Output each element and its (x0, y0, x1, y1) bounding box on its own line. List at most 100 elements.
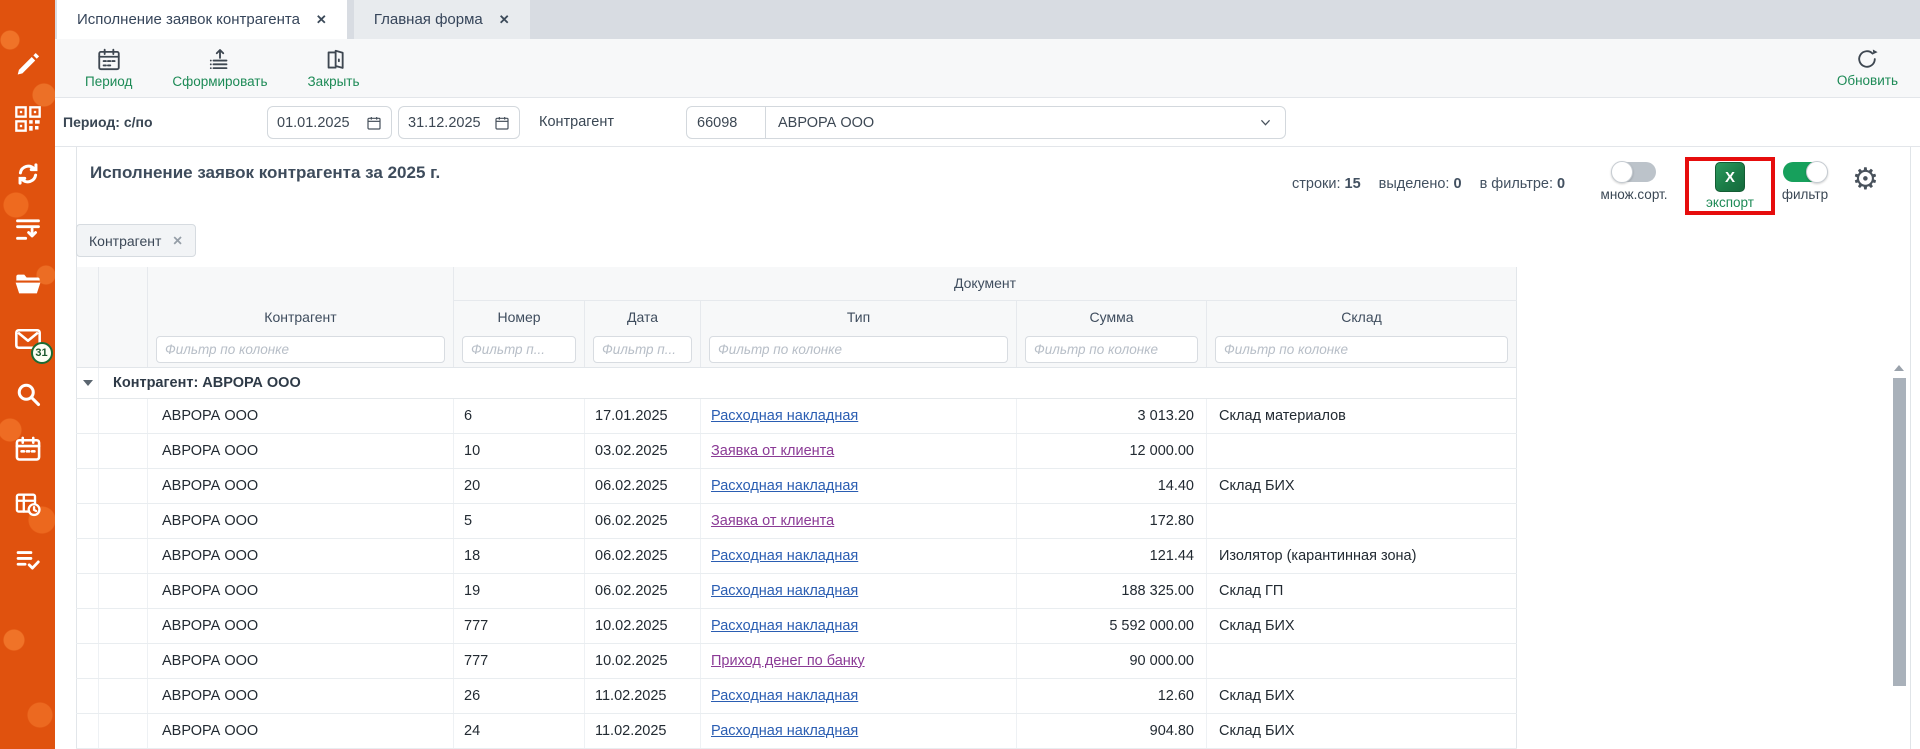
excel-export-icon[interactable]: X (1715, 162, 1745, 192)
calendar-icon[interactable] (494, 115, 510, 131)
row-selector-cell (99, 678, 148, 713)
period-button-label: Период (85, 74, 132, 89)
table-row[interactable]: АВРОРА ООО 6 17.01.2025 Расходная наклад… (77, 398, 1517, 433)
document-link[interactable]: Заявка от клиента (711, 513, 834, 529)
document-link[interactable]: Расходная накладная (711, 723, 858, 739)
column-header-number[interactable]: Номер (454, 300, 585, 333)
table-row[interactable]: АВРОРА ООО 24 11.02.2025 Расходная накла… (77, 713, 1517, 748)
cell-warehouse (1207, 503, 1517, 538)
table-row[interactable]: АВРОРА ООО 777 10.02.2025 Приход денег п… (77, 643, 1517, 678)
tab-report[interactable]: Исполнение заявок контрагента ✕ (57, 0, 347, 39)
refresh-icon (1854, 46, 1880, 72)
group-row[interactable]: Контрагент: АВРОРА ООО (77, 367, 1517, 398)
cell-date: 06.02.2025 (585, 538, 701, 573)
vertical-scrollbar (1892, 365, 1906, 686)
document-link[interactable]: Расходная накладная (711, 688, 858, 704)
table-row[interactable]: АВРОРА ООО 26 11.02.2025 Расходная накла… (77, 678, 1517, 713)
collapse-group-button[interactable] (77, 367, 99, 398)
column-header-date[interactable]: Дата (585, 300, 701, 333)
in-filter-count-value: 0 (1557, 176, 1565, 192)
checklist-icon[interactable] (12, 543, 44, 575)
row-selector-cell (99, 468, 148, 503)
grouping-tag-counterparty[interactable]: Контрагент ✕ (76, 224, 196, 257)
cell-amount: 14.40 (1017, 468, 1207, 503)
refresh-button[interactable]: Обновить (1837, 46, 1898, 88)
period-button[interactable]: Период (85, 47, 132, 89)
schedule-icon[interactable] (12, 488, 44, 520)
tab-main-form[interactable]: Главная форма ✕ (354, 0, 530, 39)
close-icon[interactable]: ✕ (172, 233, 182, 248)
filter-input-type[interactable] (709, 336, 1008, 363)
filter-input-number[interactable] (462, 336, 576, 363)
table-row[interactable]: АВРОРА ООО 5 06.02.2025 Заявка от клиент… (77, 503, 1517, 538)
column-header-warehouse[interactable]: Склад (1207, 300, 1517, 333)
calendar-icon[interactable] (366, 115, 382, 131)
cell-doc-type: Заявка от клиента (701, 503, 1017, 538)
multisort-toggle[interactable] (1612, 162, 1656, 182)
row-selector-cell (99, 573, 148, 608)
document-link[interactable]: Расходная накладная (711, 548, 858, 564)
calendar-icon[interactable] (12, 433, 44, 465)
app-sidebar: 31 (0, 0, 55, 749)
row-expander-cell (77, 643, 99, 678)
gear-icon[interactable]: ⚙ (1852, 165, 1879, 195)
folder-icon[interactable] (12, 268, 44, 300)
cell-amount: 3 013.20 (1017, 398, 1207, 433)
date-from-input[interactable]: 01.01.2025 (267, 106, 392, 139)
cell-doc-type: Расходная накладная (701, 398, 1017, 433)
report-title: Исполнение заявок контрагента за 2025 г. (90, 163, 440, 183)
column-header-amount[interactable]: Сумма (1017, 300, 1207, 333)
search-icon[interactable] (12, 378, 44, 410)
counterparty-select[interactable]: АВРОРА ООО (765, 106, 1286, 139)
table-row[interactable]: АВРОРА ООО 19 06.02.2025 Расходная накла… (77, 573, 1517, 608)
selected-count-label: выделено: (1379, 176, 1450, 192)
cell-doc-type: Расходная накладная (701, 573, 1017, 608)
scrollbar-thumb[interactable] (1893, 378, 1906, 686)
scroll-up-icon[interactable] (1894, 365, 1904, 371)
report-table: Документ Контрагент Номер Дата Тип Сумма… (76, 267, 1517, 749)
cell-warehouse (1207, 643, 1517, 678)
filter-toggle[interactable] (1783, 162, 1827, 182)
cell-doc-type: Заявка от клиента (701, 433, 1017, 468)
cell-doc-type: Расходная накладная (701, 538, 1017, 573)
grid-stats: строки:15 выделено:0 в фильтре:0 (1292, 176, 1565, 192)
document-feed-icon[interactable] (12, 213, 44, 245)
generate-button[interactable]: Сформировать (172, 47, 267, 89)
filter-input-date[interactable] (593, 336, 692, 363)
counterparty-header-spacer (148, 267, 454, 300)
close-form-button[interactable]: Закрыть (308, 47, 360, 89)
document-link[interactable]: Приход денег по банку (711, 653, 865, 669)
mail-icon[interactable]: 31 (12, 323, 44, 355)
document-link[interactable]: Расходная накладная (711, 478, 858, 494)
filter-input-warehouse[interactable] (1215, 336, 1508, 363)
filter-input-amount[interactable] (1025, 336, 1198, 363)
filter-input-counterparty[interactable] (156, 336, 445, 363)
row-selector-cell (99, 503, 148, 538)
close-icon[interactable]: ✕ (499, 12, 510, 28)
export-label[interactable]: экспорт (1706, 195, 1754, 210)
expander-column-header (77, 267, 99, 367)
table-row[interactable]: АВРОРА ООО 18 06.02.2025 Расходная накла… (77, 538, 1517, 573)
cell-date: 11.02.2025 (585, 678, 701, 713)
qr-code-icon[interactable] (12, 103, 44, 135)
document-link[interactable]: Расходная накладная (711, 408, 858, 424)
table-row[interactable]: АВРОРА ООО 10 03.02.2025 Заявка от клиен… (77, 433, 1517, 468)
close-icon[interactable]: ✕ (316, 12, 327, 28)
sync-icon[interactable] (12, 158, 44, 190)
document-link[interactable]: Заявка от клиента (711, 443, 834, 459)
row-selector-cell (99, 398, 148, 433)
counterparty-code-input[interactable]: 66098 (686, 106, 766, 139)
column-header-counterparty[interactable]: Контрагент (148, 300, 454, 333)
cell-date: 10.02.2025 (585, 608, 701, 643)
table-row[interactable]: АВРОРА ООО 777 10.02.2025 Расходная накл… (77, 608, 1517, 643)
cell-amount: 12 000.00 (1017, 433, 1207, 468)
table-row[interactable]: АВРОРА ООО 20 06.02.2025 Расходная накла… (77, 468, 1517, 503)
date-to-input[interactable]: 31.12.2025 (398, 106, 520, 139)
pencil-icon[interactable] (12, 48, 44, 80)
counterparty-code-value: 66098 (697, 115, 737, 131)
document-link[interactable]: Расходная накладная (711, 618, 858, 634)
cell-amount: 172.80 (1017, 503, 1207, 538)
document-link[interactable]: Расходная накладная (711, 583, 858, 599)
toolbar: Период Сформировать Закрыть Обновить (55, 39, 1920, 98)
column-header-type[interactable]: Тип (701, 300, 1017, 333)
